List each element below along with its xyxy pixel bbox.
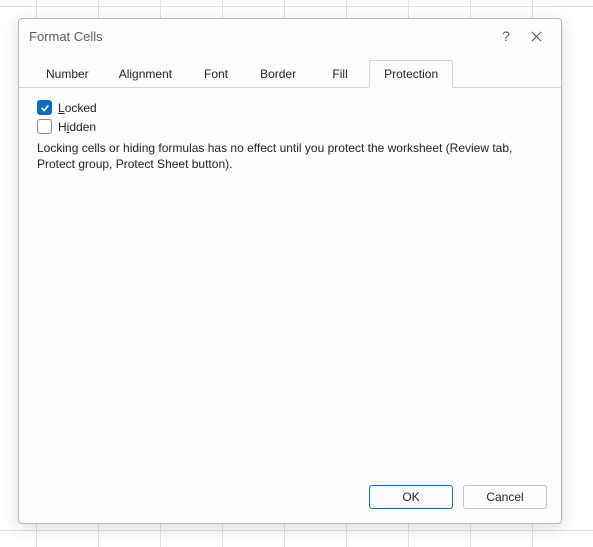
close-button[interactable] — [521, 22, 551, 50]
tab-border[interactable]: Border — [245, 60, 311, 88]
help-icon: ? — [502, 28, 510, 44]
cancel-button[interactable]: Cancel — [463, 485, 547, 509]
dialog-title: Format Cells — [29, 29, 491, 44]
checkmark-icon — [40, 103, 50, 113]
tab-alignment[interactable]: Alignment — [104, 60, 187, 88]
ok-button[interactable]: OK — [369, 485, 453, 509]
locked-checkbox-label: Locked — [58, 101, 97, 115]
format-cells-dialog: Format Cells ? Number Alignment Font Bor… — [18, 18, 562, 524]
help-button[interactable]: ? — [491, 22, 521, 50]
hidden-checkbox-row[interactable]: Hidden — [37, 119, 543, 134]
tab-font[interactable]: Font — [187, 60, 245, 88]
close-icon — [531, 31, 542, 42]
tab-fill[interactable]: Fill — [311, 60, 369, 88]
locked-checkbox-row[interactable]: Locked — [37, 100, 543, 115]
dialog-content: Locked Hidden Locking cells or hiding fo… — [19, 88, 561, 475]
dialog-titlebar: Format Cells ? — [19, 19, 561, 53]
dialog-footer: OK Cancel — [19, 475, 561, 523]
hidden-checkbox[interactable] — [37, 119, 52, 134]
tab-number[interactable]: Number — [31, 60, 104, 88]
locked-checkbox[interactable] — [37, 100, 52, 115]
tab-protection[interactable]: Protection — [369, 60, 453, 88]
hidden-checkbox-label: Hidden — [58, 120, 96, 134]
protection-description: Locking cells or hiding formulas has no … — [37, 140, 543, 172]
tab-bar: Number Alignment Font Border Fill Protec… — [19, 59, 561, 88]
